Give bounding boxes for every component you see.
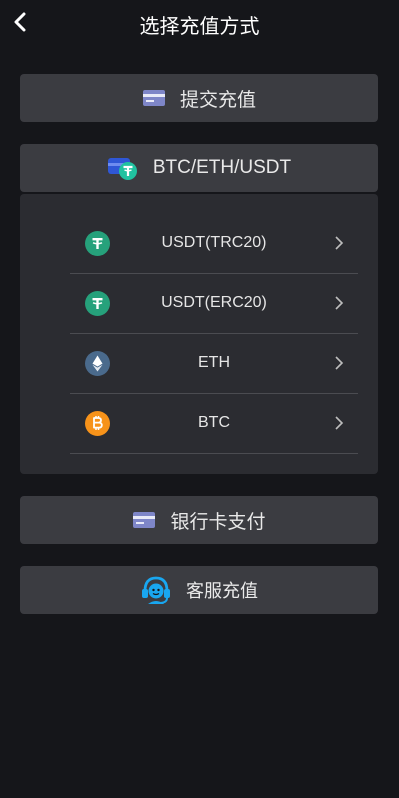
credit-card-icon	[142, 90, 165, 106]
option-btc[interactable]: BTC	[70, 394, 358, 454]
option-label: USDT(TRC20)	[161, 234, 267, 251]
page-title: 选择充值方式	[139, 16, 260, 38]
chevron-right-icon	[335, 296, 344, 310]
credit-card-icon	[133, 512, 156, 528]
option-label: BTC	[198, 414, 230, 431]
submit-recharge-label: 提交充值	[179, 89, 256, 111]
crypto-options-panel: USDT(TRC20) USDT(ERC20) ETH BTC	[20, 194, 378, 474]
header: 选择充值方式	[0, 0, 399, 44]
crypto-button[interactable]: BTC/ETH/USDT	[20, 144, 378, 192]
bank-card-button[interactable]: 银行卡支付	[20, 496, 378, 544]
wallet-tether-icon	[107, 158, 137, 180]
customer-service-button[interactable]: 客服充值	[20, 566, 378, 614]
bank-card-label: 银行卡支付	[170, 511, 266, 533]
customer-service-label: 客服充值	[186, 581, 258, 601]
chevron-right-icon	[335, 236, 344, 250]
chevron-right-icon	[335, 416, 344, 430]
crypto-label: BTC/ETH/USDT	[152, 157, 292, 178]
chevron-right-icon	[335, 356, 344, 370]
option-usdt-erc20[interactable]: USDT(ERC20)	[70, 274, 358, 334]
headset-agent-icon	[142, 576, 170, 604]
option-label: ETH	[198, 354, 230, 371]
option-eth[interactable]: ETH	[70, 334, 358, 394]
option-usdt-trc20[interactable]: USDT(TRC20)	[70, 214, 358, 274]
option-label: USDT(ERC20)	[161, 294, 267, 311]
submit-recharge-button[interactable]: 提交充值	[20, 74, 378, 122]
